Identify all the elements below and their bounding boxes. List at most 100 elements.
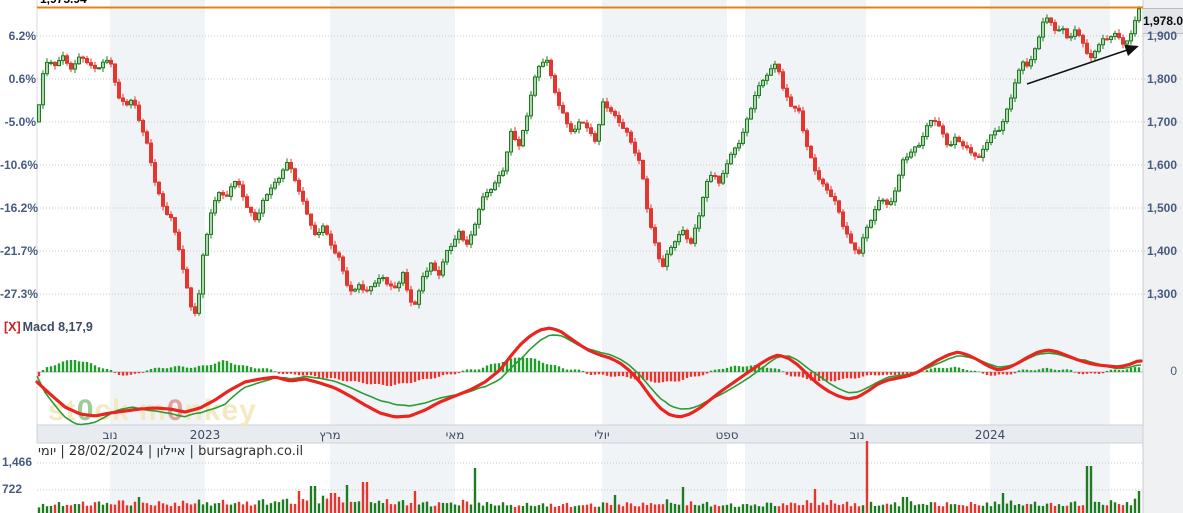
candle xyxy=(233,181,237,188)
candle xyxy=(781,71,785,89)
candle xyxy=(121,97,125,102)
volume-bar xyxy=(313,486,317,513)
candle xyxy=(249,206,253,213)
macd-histogram-bar xyxy=(533,358,537,372)
macd-histogram-bar xyxy=(129,372,133,375)
macd-histogram-bar xyxy=(485,365,489,372)
price-chart-canvas[interactable]: st0ck m0nkey xyxy=(0,0,1183,513)
volume-bar xyxy=(141,502,145,513)
candle xyxy=(609,107,613,112)
volume-bar xyxy=(965,506,969,513)
macd-histogram-bar xyxy=(933,367,937,372)
volume-bar xyxy=(101,504,105,513)
volume-bar xyxy=(669,502,673,513)
volume-bar xyxy=(177,505,181,513)
info-part: איילון xyxy=(156,444,186,459)
candle xyxy=(537,65,541,78)
candle xyxy=(637,152,641,161)
macd-histogram-bar xyxy=(1069,369,1073,372)
macd-histogram-bar xyxy=(281,372,285,375)
volume-bar xyxy=(337,496,341,513)
price-axis-label: 1,300 xyxy=(1146,287,1177,301)
volume-bar xyxy=(445,503,449,513)
macd-histogram-bar xyxy=(349,372,353,382)
candle xyxy=(553,75,557,93)
candle xyxy=(697,215,701,229)
candle xyxy=(801,110,805,132)
volume-bar xyxy=(409,503,413,513)
macd-histogram-bar xyxy=(949,367,953,372)
candle xyxy=(177,231,181,251)
volume-bar xyxy=(41,503,45,513)
candle xyxy=(365,289,369,292)
macd-histogram-bar xyxy=(889,372,893,375)
macd-histogram-bar xyxy=(1021,369,1025,372)
volume-bar xyxy=(485,502,489,513)
candle xyxy=(509,130,513,153)
volume-bar xyxy=(97,501,101,513)
macd-histogram-bar xyxy=(97,367,101,372)
macd-histogram-bar xyxy=(581,371,585,372)
macd-histogram-bar xyxy=(49,366,53,372)
candle xyxy=(457,230,461,240)
volume-bar xyxy=(717,506,721,513)
macd-histogram-bar xyxy=(257,368,261,372)
candle xyxy=(53,61,57,67)
candle xyxy=(77,56,81,65)
macd-histogram-bar xyxy=(869,372,873,376)
candle xyxy=(1077,29,1081,36)
volume-bar xyxy=(601,502,605,513)
macd-histogram-bar xyxy=(1037,369,1041,372)
candle xyxy=(809,145,813,159)
candle xyxy=(549,59,553,77)
volume-bar xyxy=(425,501,429,513)
candle xyxy=(1005,108,1009,123)
volume-bar xyxy=(689,501,693,513)
macd-histogram-bar xyxy=(853,372,857,379)
macd-histogram-bar xyxy=(293,372,297,375)
volume-bar xyxy=(853,503,857,513)
candle xyxy=(37,104,41,123)
volume-bar xyxy=(1077,505,1081,513)
candle xyxy=(325,225,329,235)
macd-histogram-bar xyxy=(529,358,533,372)
macd-histogram-bar xyxy=(1121,370,1125,372)
volume-bar xyxy=(881,504,885,513)
volume-bar xyxy=(1001,493,1005,513)
volume-bar xyxy=(701,503,705,513)
volume-bar xyxy=(1049,502,1053,513)
volume-bar xyxy=(197,499,201,513)
macd-histogram-bar xyxy=(89,363,93,372)
macd-histogram-bar xyxy=(621,372,625,377)
candle xyxy=(573,128,577,132)
volume-bar xyxy=(1029,504,1033,513)
macd-histogram-bar xyxy=(429,372,433,379)
candle xyxy=(501,170,505,176)
candle xyxy=(621,122,625,129)
volume-bar xyxy=(525,502,529,513)
macd-histogram-bar xyxy=(289,372,293,374)
macd-histogram-bar xyxy=(177,365,181,372)
candle xyxy=(205,233,209,256)
candle xyxy=(1089,52,1093,59)
volume-bar xyxy=(593,506,597,513)
macd-histogram-bar xyxy=(569,369,573,372)
candle xyxy=(333,244,337,254)
candle xyxy=(517,139,521,147)
candle xyxy=(425,270,429,278)
candle xyxy=(817,170,821,180)
volume-bar xyxy=(249,505,253,513)
volume-bar xyxy=(133,501,137,513)
macd-histogram-bar xyxy=(465,369,469,372)
candle xyxy=(661,258,665,267)
macd-histogram-bar xyxy=(37,372,41,377)
macd-histogram-bar xyxy=(225,360,229,372)
volume-bar xyxy=(617,504,621,513)
volume-bar xyxy=(813,489,817,513)
candle xyxy=(289,162,293,170)
volume-bar xyxy=(397,501,401,513)
candle xyxy=(1025,61,1029,67)
macd-close-button[interactable]: [X] xyxy=(4,320,21,334)
volume-bar xyxy=(213,503,217,513)
volume-bar xyxy=(189,504,193,513)
